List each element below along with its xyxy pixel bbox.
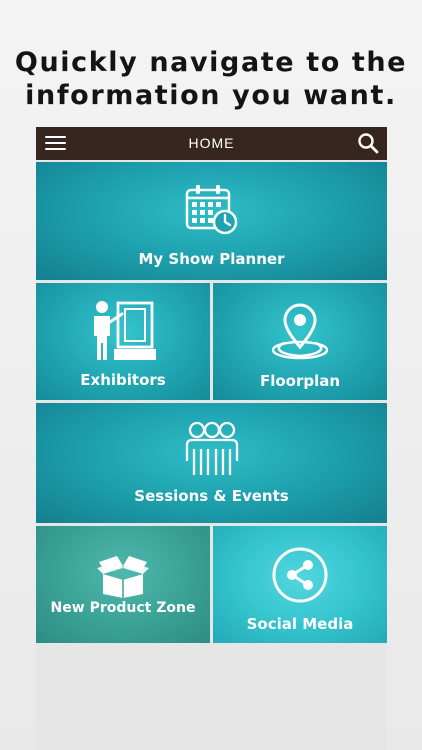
tile-label: Sessions & Events bbox=[134, 487, 289, 505]
tile-my-show-planner[interactable]: My Show Planner bbox=[36, 162, 387, 280]
open-box-icon bbox=[97, 556, 149, 598]
caption-line-2: information you want. bbox=[25, 80, 397, 111]
promo-caption: Quickly navigate to the information you … bbox=[0, 46, 422, 112]
search-icon[interactable] bbox=[357, 132, 379, 154]
tile-label: Floorplan bbox=[259, 372, 341, 390]
tile-label: New Product Zone bbox=[50, 600, 196, 616]
tile-social-media[interactable]: Social Media bbox=[213, 526, 387, 643]
people-group-icon bbox=[185, 421, 239, 475]
tile-exhibitors[interactable]: Exhibitors bbox=[36, 283, 210, 400]
exhibitor-presenter-icon bbox=[94, 301, 156, 360]
tile-label: Social Media bbox=[246, 615, 354, 633]
share-icon bbox=[272, 547, 328, 603]
app-screen: HOME My Show Planner Exhibitors Floorpla… bbox=[36, 127, 387, 750]
page-title: HOME bbox=[188, 135, 235, 151]
tile-sessions-events[interactable]: Sessions & Events bbox=[36, 403, 387, 523]
map-pin-icon bbox=[272, 303, 328, 360]
caption-line-1: Quickly navigate to the bbox=[14, 47, 408, 78]
tile-label: My Show Planner bbox=[138, 250, 285, 268]
tile-floorplan[interactable]: Floorplan bbox=[213, 283, 387, 400]
top-navigation-bar: HOME bbox=[36, 127, 387, 160]
calendar-clock-icon bbox=[185, 185, 238, 235]
tile-label: Exhibitors bbox=[80, 371, 166, 389]
tile-new-product-zone[interactable]: New Product Zone bbox=[36, 526, 210, 643]
